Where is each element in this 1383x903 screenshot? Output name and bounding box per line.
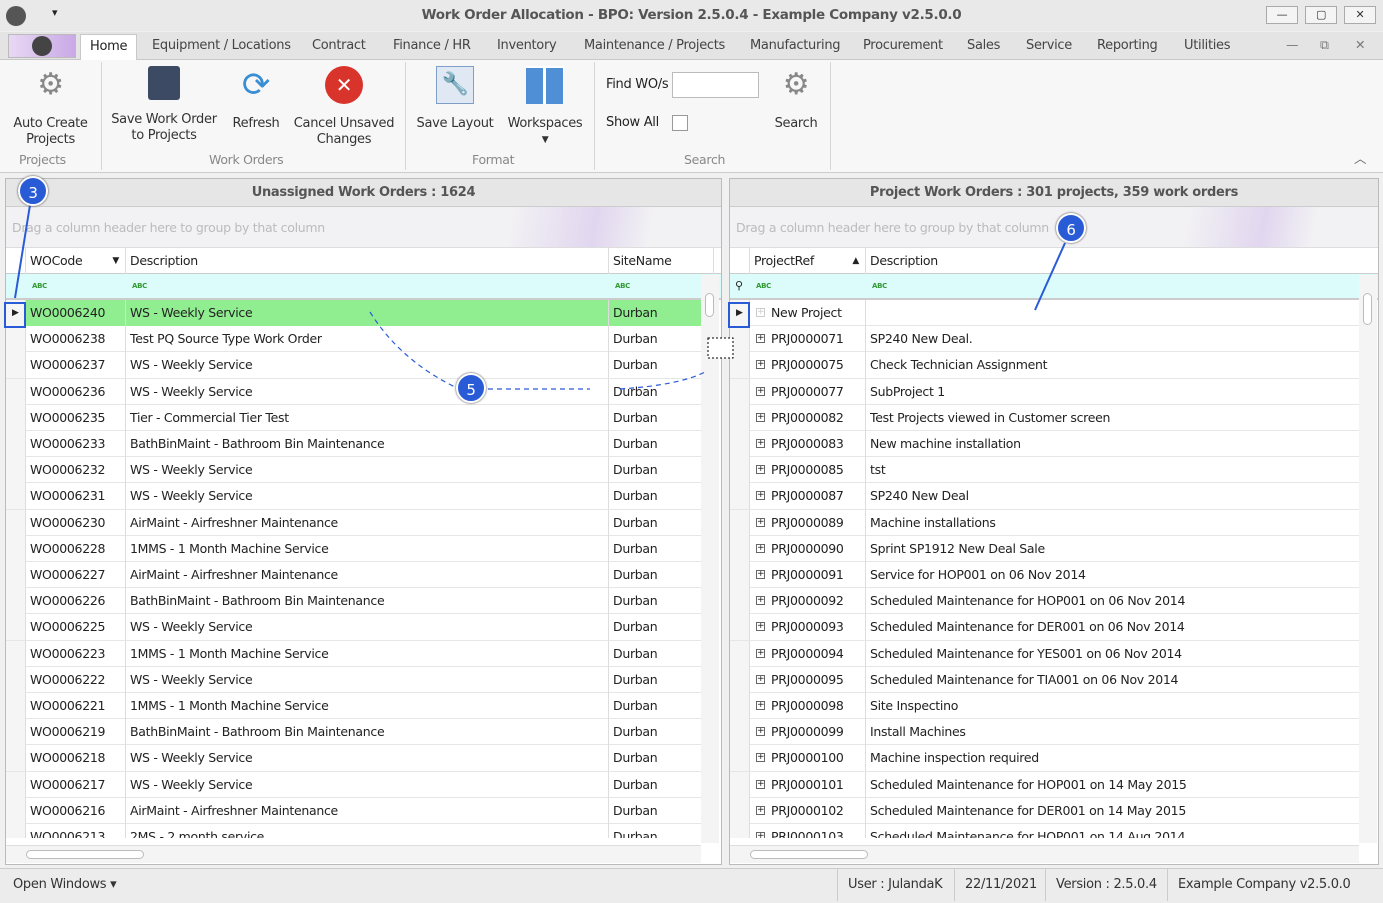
- open-windows-button[interactable]: Open Windows ▾: [13, 869, 117, 901]
- annotation-badge: 5: [456, 373, 486, 403]
- arrow-3: [14, 204, 31, 299]
- status-company: Example Company v2.5.0.0: [1167, 869, 1360, 901]
- annotation-badge: 6: [1056, 213, 1086, 243]
- status-version: Version : 2.5.0.4: [1045, 869, 1167, 901]
- drag-path: [369, 311, 706, 390]
- status-bar: Open Windows ▾ User : JulandaK 22/11/202…: [0, 868, 1383, 903]
- status-user: User : JulandaK: [837, 869, 952, 901]
- highlight-box: [728, 302, 750, 328]
- annotation-badge: 3: [18, 176, 48, 206]
- drag-cursor-icon: [707, 337, 734, 359]
- status-date: 22/11/2021: [954, 869, 1047, 901]
- annotation-arrows: [4, 204, 1066, 390]
- arrow-6: [1034, 242, 1066, 311]
- highlight-box: [4, 302, 26, 328]
